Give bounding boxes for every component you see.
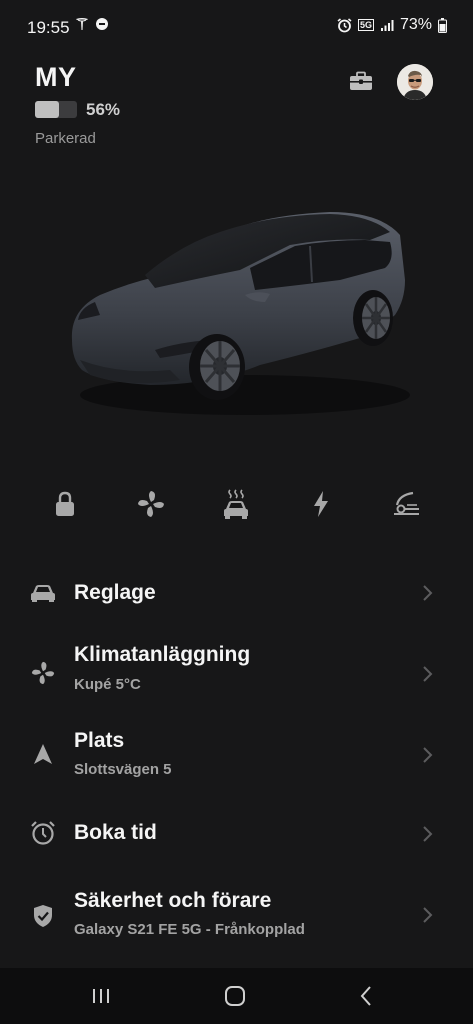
menu-item-title: Klimatanläggning	[74, 643, 251, 666]
seat-heater-button[interactable]	[220, 488, 252, 520]
menu-item-climate[interactable]: Klimatanläggning Kupé 5°C	[0, 640, 473, 700]
car-icon	[31, 585, 55, 602]
back-icon[interactable]	[358, 985, 374, 1007]
menu-item-controls[interactable]: Reglage	[0, 570, 473, 616]
lock-icon	[56, 491, 74, 516]
menu-item-schedule[interactable]: Boka tid	[0, 810, 473, 856]
vehicle-state: Parkerad	[35, 130, 96, 147]
profile-avatar[interactable]	[397, 64, 433, 100]
shield-icon	[34, 905, 52, 927]
frunk-icon	[394, 491, 419, 515]
menu-item-title: Reglage	[74, 581, 156, 604]
toolbox-icon[interactable]	[348, 70, 374, 94]
menu-item-title: Säkerhet och förare	[74, 889, 272, 912]
lock-button[interactable]	[49, 488, 81, 520]
media-icon	[96, 18, 108, 30]
chevron-right-icon	[423, 666, 433, 682]
status-bar: 19:55 5G 73%	[0, 0, 473, 56]
menu-item-title: Plats	[74, 729, 125, 752]
vehicle-battery-percent: 56%	[86, 100, 121, 119]
tesla-icon	[76, 18, 88, 30]
system-nav-bar	[0, 968, 473, 1024]
alarm-clock-icon	[31, 821, 55, 845]
location-arrow-icon	[34, 744, 52, 764]
climate-button[interactable]	[135, 488, 167, 520]
avatar-image	[397, 64, 433, 100]
status-left-icons	[75, 17, 109, 31]
vehicle-image	[71, 212, 410, 415]
chevron-right-icon	[423, 826, 433, 842]
chevron-right-icon	[423, 747, 433, 763]
vehicle-name: MY	[35, 62, 77, 92]
vehicle-battery-fill	[35, 101, 59, 118]
battery-percent: 73%	[399, 16, 432, 33]
vehicle-battery-bar	[35, 101, 77, 118]
menu-item-subtitle: Slottsvägen 5	[74, 761, 172, 778]
signal-icon	[380, 20, 394, 31]
heated-car-icon	[224, 489, 248, 519]
battery-icon	[438, 17, 447, 33]
menu-item-location[interactable]: Plats Slottsvägen 5	[0, 726, 473, 786]
home-icon[interactable]	[224, 985, 246, 1007]
charge-icon	[314, 491, 328, 517]
menu-item-subtitle: Galaxy S21 FE 5G - Frånkopplad	[74, 921, 305, 938]
status-right: 5G 73%	[337, 16, 447, 34]
fan-icon	[31, 661, 55, 685]
fan-icon	[138, 491, 164, 517]
menu-item-title: Boka tid	[74, 821, 157, 844]
chevron-right-icon	[423, 907, 433, 923]
alarm-icon	[337, 17, 352, 32]
charge-button[interactable]	[305, 488, 337, 520]
recent-apps-icon[interactable]	[91, 986, 111, 1006]
chevron-right-icon	[423, 585, 433, 601]
frunk-button[interactable]	[390, 488, 422, 520]
menu-item-subtitle: Kupé 5°C	[74, 676, 141, 693]
status-time: 19:55	[27, 18, 70, 37]
network-type: 5G	[357, 19, 374, 31]
menu-item-security[interactable]: Säkerhet och förare Galaxy S21 FE 5G - F…	[0, 886, 473, 946]
